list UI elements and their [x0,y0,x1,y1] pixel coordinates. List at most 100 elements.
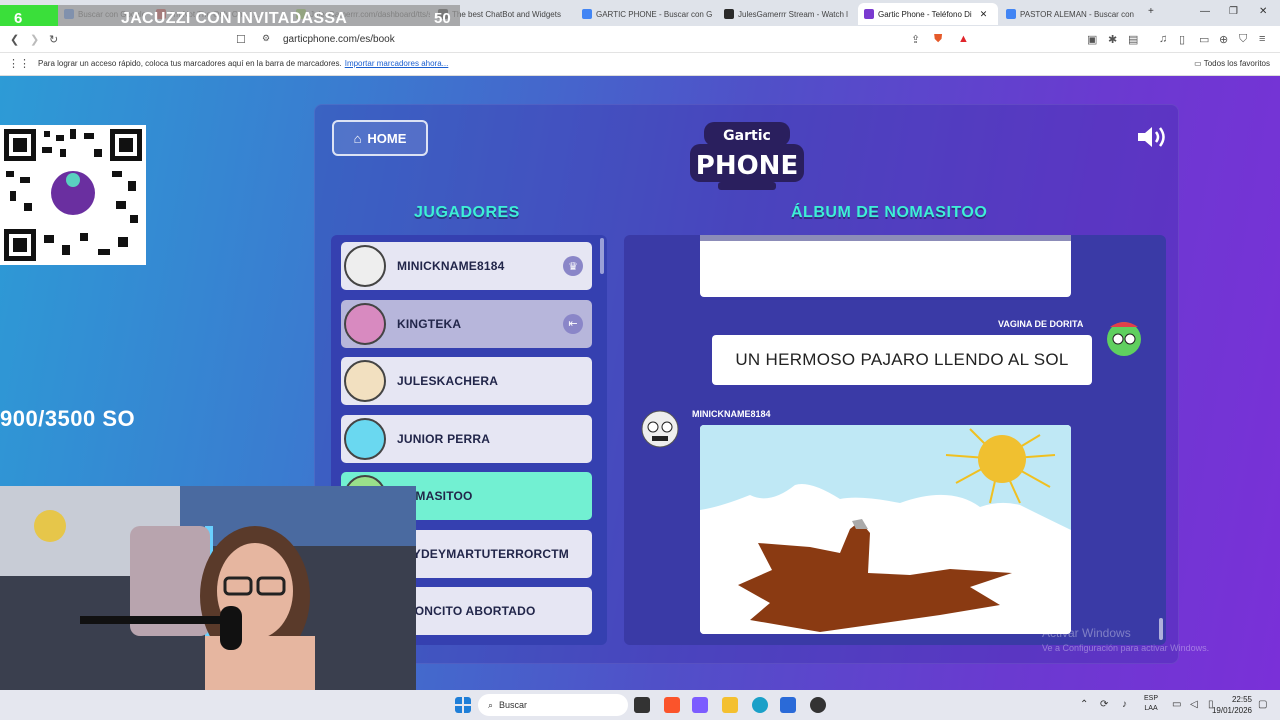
wallet-icon[interactable]: ▭ [1199,33,1209,46]
players-title: JUGADORES [414,204,520,221]
gartic-phone-logo: Gartic PHONE [690,122,804,190]
brave-rewards-icon[interactable]: ▲ [958,33,969,45]
player-name: CHONCITO ABORTADO [397,604,536,618]
copilot-icon[interactable] [692,697,708,713]
author-avatar-2 [641,410,679,448]
home-label: HOME [367,130,407,146]
search-icon: ⌕ [488,699,494,710]
player-row[interactable]: JULESKACHERA [341,357,592,405]
tab-favicon-icon [582,9,592,19]
close-tab-icon[interactable]: ✕ [980,9,988,20]
music-icon[interactable]: ♫ [1159,33,1167,45]
player-name: KINGTEKA [397,316,462,331]
player-name: JULESKACHERA [397,374,499,388]
bookmark-icon[interactable]: ☐ [236,33,246,46]
taskbar-clock[interactable]: 22:55 19/01/2026 [1212,694,1252,716]
taskbar-search[interactable]: ⌕ Buscar [478,694,628,716]
microphone-icon[interactable]: ♪ [1122,699,1127,710]
windows-taskbar: ⌕ Buscar ⌃ ⟳ ♪ ESP LAA ▭ ◁ ▯ 22:55 19/01… [0,690,1280,720]
apps-grid-icon[interactable]: ⋮⋮ [8,57,30,70]
share-icon[interactable]: ⇪ [911,33,920,46]
bookmarks-bar: ⋮⋮ Para lograr un acceso rápido, coloca … [0,53,1280,76]
sidebar-icon[interactable]: ▯ [1179,33,1185,46]
album-panel: VAGINA DE DORITA UN HERMOSO PAJARO LLEND… [624,235,1166,645]
tray-expand-icon[interactable]: ⌃ [1080,699,1088,710]
windows-start-icon[interactable] [455,697,471,713]
tab-favicon-icon [1006,9,1016,19]
player-avatar [344,360,386,402]
brave-browser-icon[interactable] [664,697,680,713]
volume-icon[interactable]: ◁ [1190,699,1198,710]
tab-label: The best ChatBot and Widgets [452,9,561,19]
browser-tab[interactable]: JulesGamerrr Stream - Watch l [718,3,856,25]
logo-bottom-text: PHONE [696,151,798,181]
vpn-icon[interactable]: ⊕ [1219,33,1228,46]
page-viewport: ⌂ HOME Gartic PHONE JUGADORES ÁLBUM DE N… [0,76,1280,690]
forward-icon[interactable]: ❯ [30,33,39,46]
address-bar: ❮ ❯ ↻ ☐ ⚙ garticphone.com/es/book ⇪ ⛊ ▲ … [0,26,1280,53]
minimize-icon[interactable]: — [1200,6,1210,17]
browser-tab[interactable]: Gartic Phone - Teléfono Di ✕ [858,3,998,25]
edge-icon[interactable] [752,697,768,713]
player-row[interactable]: KINGTEKA ⇤ [341,299,592,348]
home-button[interactable]: ⌂ HOME [332,120,428,156]
import-bookmarks-link[interactable]: Importar marcadores ahora... [345,59,449,68]
clock-time: 22:55 [1231,695,1252,704]
author-avatar-1 [1107,322,1141,356]
all-bookmarks-label: Todos los favoritos [1203,59,1270,68]
home-icon: ⌂ [353,130,362,146]
stream-counter-right: 50 [434,10,451,27]
tab-label: Gartic Phone - Teléfono Di [878,9,972,19]
tray-sync-icon[interactable]: ⟳ [1100,699,1108,710]
extension-icon[interactable]: ▣ [1087,33,1097,46]
all-bookmarks-folder[interactable]: ▭ Todos los favoritos [1194,59,1270,68]
players-scrollbar[interactable] [600,238,604,274]
kick-player-icon[interactable]: ⇤ [563,313,583,334]
tab-favicon-icon [724,9,734,19]
file-explorer-icon[interactable] [722,697,738,713]
player-name: LEYDEYMARTUTERRORCTM [397,546,569,561]
close-window-icon[interactable]: ✕ [1259,6,1267,17]
language-indicator[interactable]: ESP LAA [1144,694,1158,714]
shield-icon[interactable]: ⛉ [1239,33,1247,46]
album-entry-previous [700,235,1071,297]
brave-shield-icon[interactable]: ⛊ [934,33,942,46]
network-icon[interactable]: ▭ [1172,699,1181,710]
language-code: ESP [1144,695,1159,702]
stream-counter-left: 6 [14,10,23,27]
player-name: MINICKNAME8184 [397,259,505,273]
menu-icon[interactable]: ≡ [1259,33,1265,45]
site-info-icon[interactable]: ⚙ [262,33,270,44]
browser-tab[interactable]: GARTIC PHONE - Buscar con G [576,3,716,25]
search-placeholder: Buscar [499,700,528,710]
keyboard-layout: LAA [1144,705,1158,712]
album-text-entry: UN HERMOSO PAJARO LLENDO AL SOL [712,335,1092,385]
player-row[interactable]: MINICKNAME8184 ♛ [341,242,592,290]
speaker-icon[interactable] [1136,124,1168,150]
player-avatar [344,245,386,287]
tab-favicon-icon [864,9,874,19]
restore-icon[interactable]: ❐ [1229,6,1238,17]
notification-icon[interactable]: ▢ [1258,699,1267,710]
yape-qr-code [0,125,146,265]
task-view-icon[interactable] [634,697,650,713]
player-row[interactable]: JUNIOR PERRA [341,414,592,463]
player-name: JUNIOR PERRA [397,431,491,446]
album-title: ÁLBUM DE NOMASITOO [791,204,988,221]
tab-manager-icon[interactable]: ▤ [1128,33,1138,46]
new-tab-button[interactable]: + [1148,6,1154,17]
clock-date: 19/01/2026 [1211,706,1252,715]
puzzle-icon[interactable]: ✱ [1108,33,1117,46]
watermark-title: Activar Windows [1042,626,1131,640]
store-icon[interactable] [780,697,796,713]
entry-author-2: MINICKNAME8184 [692,409,771,419]
url-field[interactable]: garticphone.com/es/book [283,34,395,45]
crown-icon: ♛ [563,256,583,276]
webcam-feed [0,486,416,690]
bookmarks-hint: Para lograr un acceso rápido, coloca tus… [38,59,448,68]
obs-icon[interactable] [810,697,826,713]
reload-icon[interactable]: ↻ [49,33,58,46]
entry-author-1: VAGINA DE DORITA [998,319,1084,329]
browser-tab[interactable]: PASTOR ALEMAN - Buscar con [1000,3,1140,25]
back-icon[interactable]: ❮ [10,33,19,46]
